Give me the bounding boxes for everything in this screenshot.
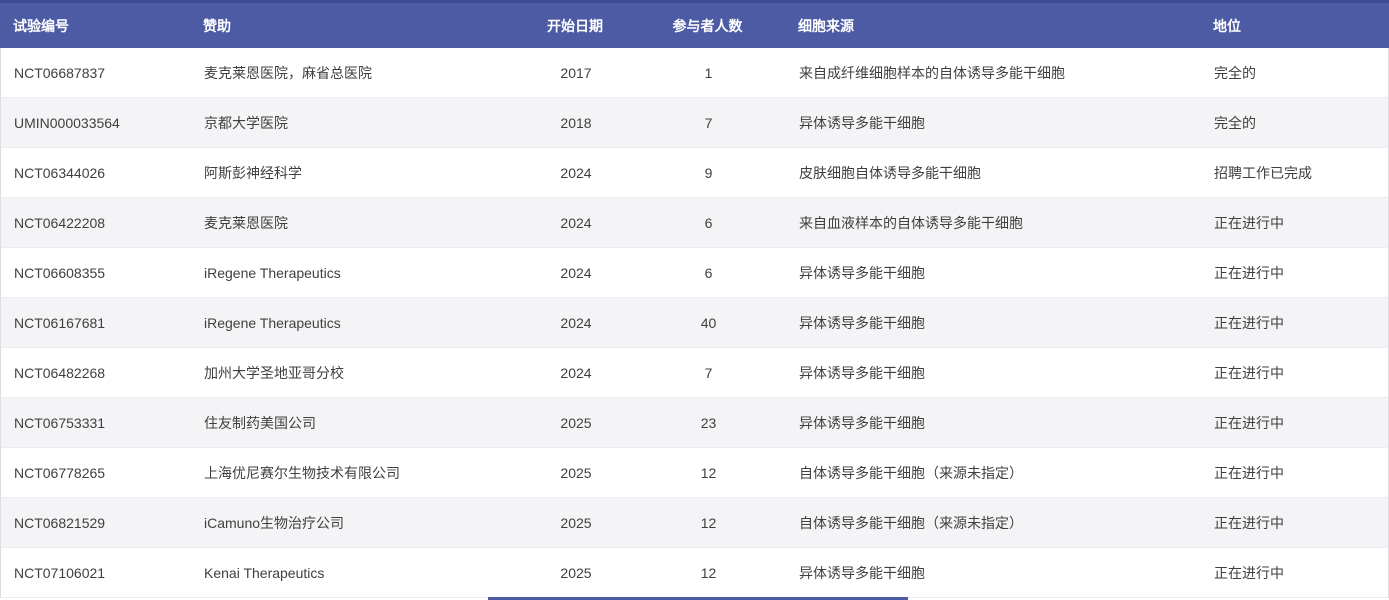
cell-trial_id: NCT06167681 xyxy=(1,315,191,331)
cell-sponsor: 麦克莱恩医院 xyxy=(191,213,521,233)
cell-trial_id: NCT06344026 xyxy=(1,165,191,181)
table-row: NCT06344026阿斯彭神经科学20249皮肤细胞自体诱导多能干细胞招聘工作… xyxy=(1,148,1388,198)
cell-cell_source: 异体诱导多能干细胞 xyxy=(786,113,1201,133)
cell-trial_id: NCT06821529 xyxy=(1,515,191,531)
column-header-trial_id: 试验编号 xyxy=(0,16,190,36)
cell-start_date: 2024 xyxy=(521,315,631,331)
cell-trial_id: NCT07106021 xyxy=(1,565,191,581)
table-row: NCT06778265上海优尼赛尔生物技术有限公司202512自体诱导多能干细胞… xyxy=(1,448,1388,498)
cell-status: 正在进行中 xyxy=(1201,413,1388,433)
cell-sponsor: 阿斯彭神经科学 xyxy=(191,163,521,183)
table-row: NCT07106021Kenai Therapeutics202512异体诱导多… xyxy=(1,548,1388,598)
cell-participants: 12 xyxy=(631,565,786,581)
cell-sponsor: 住友制药美国公司 xyxy=(191,413,521,433)
column-header-cell_source: 细胞来源 xyxy=(785,16,1200,36)
cell-participants: 7 xyxy=(631,115,786,131)
table-body: NCT06687837麦克莱恩医院，麻省总医院20171来自成纤维细胞样本的自体… xyxy=(0,48,1389,598)
table-row: UMIN000033564京都大学医院20187异体诱导多能干细胞完全的 xyxy=(1,98,1388,148)
cell-trial_id: NCT06482268 xyxy=(1,365,191,381)
table-row: NCT06422208麦克莱恩医院20246来自血液样本的自体诱导多能干细胞正在… xyxy=(1,198,1388,248)
cell-trial_id: NCT06608355 xyxy=(1,265,191,281)
cell-participants: 12 xyxy=(631,515,786,531)
cell-trial_id: NCT06687837 xyxy=(1,65,191,81)
table-row: NCT06821529iCamuno生物治疗公司202512自体诱导多能干细胞（… xyxy=(1,498,1388,548)
cell-sponsor: iRegene Therapeutics xyxy=(191,315,521,331)
cell-participants: 40 xyxy=(631,315,786,331)
table-row: NCT06482268加州大学圣地亚哥分校20247异体诱导多能干细胞正在进行中 xyxy=(1,348,1388,398)
cell-status: 正在进行中 xyxy=(1201,513,1388,533)
cell-sponsor: 麦克莱恩医院，麻省总医院 xyxy=(191,63,521,83)
table-header-row: 试验编号赞助开始日期参与者人数细胞来源地位 xyxy=(0,0,1389,48)
table-row: NCT06167681iRegene Therapeutics202440异体诱… xyxy=(1,298,1388,348)
cell-participants: 7 xyxy=(631,365,786,381)
cell-cell_source: 自体诱导多能干细胞（来源未指定） xyxy=(786,463,1201,483)
cell-sponsor: 加州大学圣地亚哥分校 xyxy=(191,363,521,383)
cell-cell_source: 来自成纤维细胞样本的自体诱导多能干细胞 xyxy=(786,63,1201,83)
cell-trial_id: NCT06778265 xyxy=(1,465,191,481)
column-header-start_date: 开始日期 xyxy=(520,16,630,36)
cell-start_date: 2024 xyxy=(521,215,631,231)
column-header-participants: 参与者人数 xyxy=(630,16,785,36)
cell-status: 招聘工作已完成 xyxy=(1201,163,1388,183)
cell-start_date: 2018 xyxy=(521,115,631,131)
cell-sponsor: iCamuno生物治疗公司 xyxy=(191,513,521,533)
cell-start_date: 2017 xyxy=(521,65,631,81)
cell-cell_source: 异体诱导多能干细胞 xyxy=(786,263,1201,283)
cell-start_date: 2024 xyxy=(521,165,631,181)
cell-start_date: 2024 xyxy=(521,265,631,281)
cell-trial_id: UMIN000033564 xyxy=(1,115,191,131)
cell-status: 正在进行中 xyxy=(1201,313,1388,333)
cell-status: 正在进行中 xyxy=(1201,363,1388,383)
cell-participants: 6 xyxy=(631,265,786,281)
cell-start_date: 2025 xyxy=(521,515,631,531)
cell-status: 正在进行中 xyxy=(1201,213,1388,233)
cell-sponsor: 上海优尼赛尔生物技术有限公司 xyxy=(191,463,521,483)
cell-start_date: 2025 xyxy=(521,415,631,431)
cell-participants: 23 xyxy=(631,415,786,431)
cell-trial_id: NCT06753331 xyxy=(1,415,191,431)
column-header-sponsor: 赞助 xyxy=(190,16,520,36)
cell-participants: 9 xyxy=(631,165,786,181)
cell-cell_source: 异体诱导多能干细胞 xyxy=(786,413,1201,433)
cell-cell_source: 来自血液样本的自体诱导多能干细胞 xyxy=(786,213,1201,233)
cell-status: 正在进行中 xyxy=(1201,563,1388,583)
cell-sponsor: iRegene Therapeutics xyxy=(191,265,521,281)
cell-participants: 12 xyxy=(631,465,786,481)
cell-status: 完全的 xyxy=(1201,113,1388,133)
table-row: NCT06687837麦克莱恩医院，麻省总医院20171来自成纤维细胞样本的自体… xyxy=(1,48,1388,98)
table-row: NCT06753331住友制药美国公司202523异体诱导多能干细胞正在进行中 xyxy=(1,398,1388,448)
cell-cell_source: 异体诱导多能干细胞 xyxy=(786,363,1201,383)
cell-cell_source: 自体诱导多能干细胞（来源未指定） xyxy=(786,513,1201,533)
cell-participants: 1 xyxy=(631,65,786,81)
cell-status: 正在进行中 xyxy=(1201,263,1388,283)
cell-sponsor: 京都大学医院 xyxy=(191,113,521,133)
cell-cell_source: 异体诱导多能干细胞 xyxy=(786,313,1201,333)
cell-start_date: 2024 xyxy=(521,365,631,381)
cell-cell_source: 异体诱导多能干细胞 xyxy=(786,563,1201,583)
cell-sponsor: Kenai Therapeutics xyxy=(191,565,521,581)
cell-cell_source: 皮肤细胞自体诱导多能干细胞 xyxy=(786,163,1201,183)
cell-status: 完全的 xyxy=(1201,63,1388,83)
cell-participants: 6 xyxy=(631,215,786,231)
cell-start_date: 2025 xyxy=(521,465,631,481)
column-header-status: 地位 xyxy=(1200,16,1389,36)
cell-trial_id: NCT06422208 xyxy=(1,215,191,231)
cell-start_date: 2025 xyxy=(521,565,631,581)
clinical-trials-table: 试验编号赞助开始日期参与者人数细胞来源地位 NCT06687837麦克莱恩医院，… xyxy=(0,0,1389,598)
cell-status: 正在进行中 xyxy=(1201,463,1388,483)
table-row: NCT06608355iRegene Therapeutics20246异体诱导… xyxy=(1,248,1388,298)
